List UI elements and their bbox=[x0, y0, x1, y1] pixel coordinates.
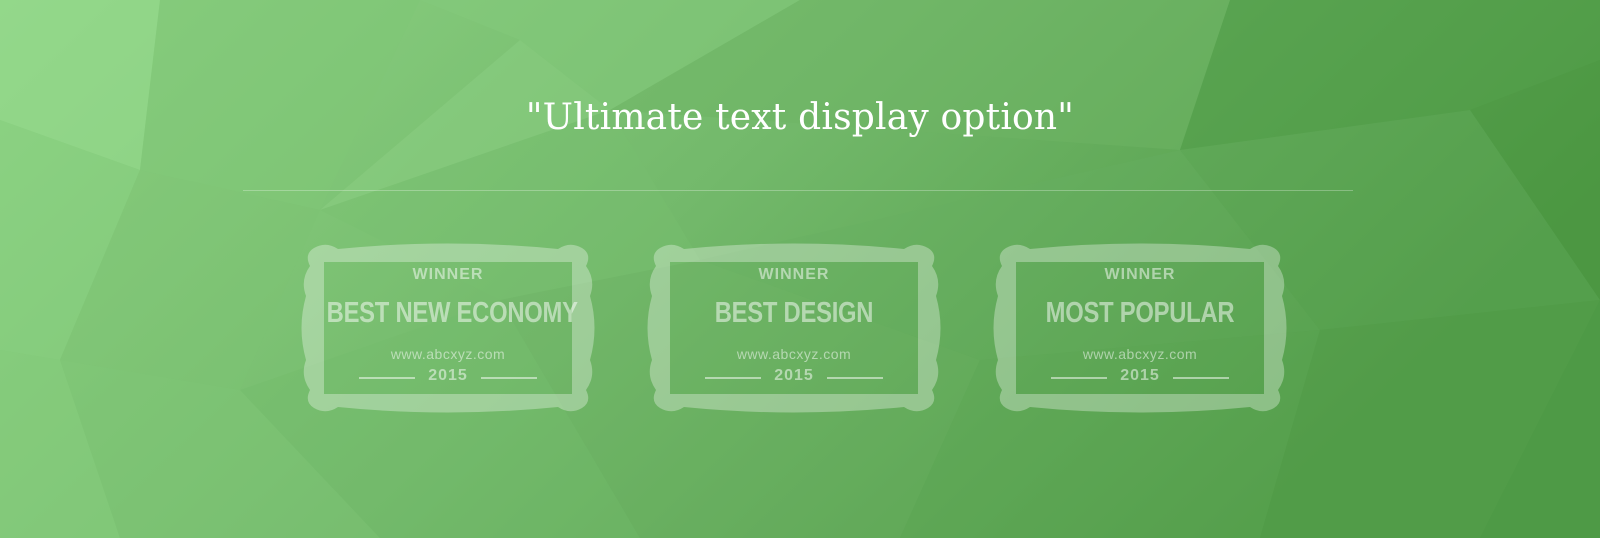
badge-year: 2015 bbox=[428, 367, 468, 384]
badge-url: www.abcxyz.com bbox=[1082, 346, 1198, 362]
badge-url: www.abcxyz.com bbox=[736, 346, 852, 362]
badge-winner-label: WINNER bbox=[1104, 266, 1176, 283]
award-badges: WINNER BEST NEW ECONOMY www.abcxyz.com 2… bbox=[300, 240, 1300, 420]
award-badge: WINNER BEST DESIGN www.abcxyz.com 2015 bbox=[646, 240, 942, 416]
badge-year-row: 2015 bbox=[300, 367, 596, 387]
badge-year: 2015 bbox=[1120, 367, 1160, 384]
award-badge: WINNER MOST POPULAR www.abcxyz.com 2015 bbox=[992, 240, 1288, 416]
badge-url: www.abcxyz.com bbox=[390, 346, 506, 362]
badge-rule bbox=[1173, 377, 1229, 379]
badge-rule bbox=[827, 377, 883, 379]
badge-winner-label: WINNER bbox=[412, 266, 484, 283]
badge-title: BEST DESIGN bbox=[714, 297, 874, 329]
headline: "Ultimate text display option" bbox=[525, 97, 1075, 138]
divider bbox=[243, 190, 1353, 191]
badge-title: MOST POPULAR bbox=[1045, 297, 1235, 329]
badge-title: BEST NEW ECONOMY bbox=[326, 297, 578, 329]
badge-year: 2015 bbox=[774, 367, 814, 384]
badge-year-row: 2015 bbox=[646, 367, 942, 387]
award-badge: WINNER BEST NEW ECONOMY www.abcxyz.com 2… bbox=[300, 240, 596, 416]
hero-section: "Ultimate text display option" WINNER BE… bbox=[0, 0, 1600, 538]
badge-winner-label: WINNER bbox=[758, 266, 830, 283]
badge-year-row: 2015 bbox=[992, 367, 1288, 387]
badge-rule bbox=[481, 377, 537, 379]
